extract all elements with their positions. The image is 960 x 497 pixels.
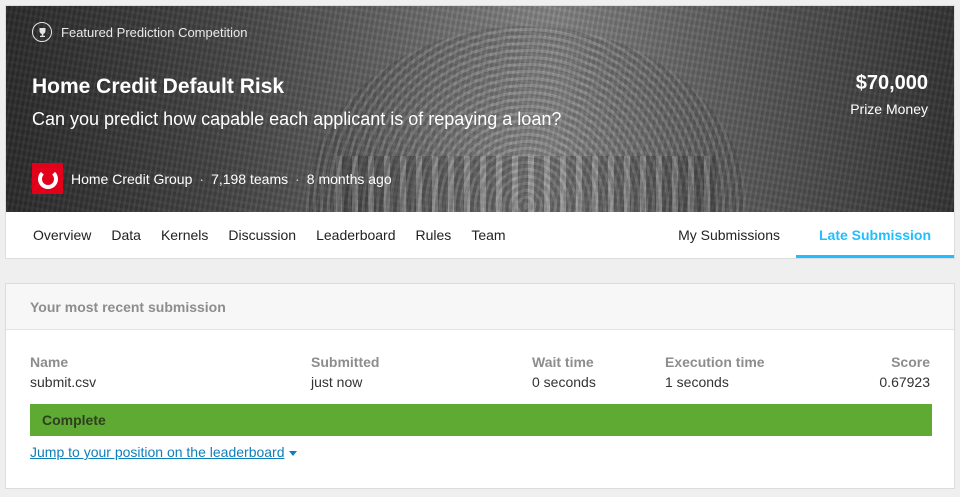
recent-submission-panel: Your most recent submission Name submit.… (5, 283, 955, 489)
competition-card: Featured Prediction Competition Home Cre… (5, 5, 955, 259)
score-column: Score 0.67923 (879, 354, 930, 390)
featured-badge: Featured Prediction Competition (32, 22, 247, 42)
tab-late-submission[interactable]: Late Submission (796, 212, 954, 258)
tab-my-submissions[interactable]: My Submissions (668, 212, 790, 258)
separator: · (199, 170, 205, 187)
featured-label: Featured Prediction Competition (61, 24, 248, 40)
score-header: Score (891, 354, 930, 370)
home-credit-logo-icon[interactable] (32, 163, 63, 194)
name-column: Name submit.csv (30, 354, 96, 390)
submitted-column: Submitted just now (311, 354, 379, 390)
host-name[interactable]: Home Credit Group (71, 171, 192, 187)
competition-title[interactable]: Home Credit Default Risk (32, 75, 284, 99)
trophy-icon (32, 22, 52, 42)
tab-kernels[interactable]: Kernels (151, 212, 218, 258)
team-count: 7,198 teams (211, 170, 289, 187)
tab-team[interactable]: Team (461, 212, 515, 258)
submitted-value: just now (311, 374, 363, 390)
jump-link-label: Jump to your position on the leaderboard (30, 444, 285, 460)
jump-to-leaderboard-link[interactable]: Jump to your position on the leaderboard (30, 444, 297, 460)
prize-label: Prize Money (850, 101, 928, 117)
file-name: submit.csv (30, 374, 97, 390)
competition-subtitle: Can you predict how capable each applica… (32, 109, 562, 129)
score-value: 0.67923 (879, 374, 930, 390)
execution-header: Execution time (665, 354, 765, 370)
wait-header: Wait time (532, 354, 594, 370)
host-info: Home Credit Group · 7,198 teams · 8 mont… (32, 163, 392, 194)
status-complete-bar: Complete (30, 404, 932, 436)
separator: · (295, 170, 300, 187)
competition-header: Featured Prediction Competition Home Cre… (6, 6, 954, 212)
tab-discussion[interactable]: Discussion (218, 212, 306, 258)
name-header: Name (30, 354, 69, 370)
execution-value: 1 seconds (665, 374, 729, 390)
execution-column: Execution time 1 seconds (665, 354, 765, 390)
prize-block: $70,000 Prize Money (850, 72, 928, 117)
panel-title: Your most recent submission (6, 284, 954, 330)
wait-value: 0 seconds (532, 374, 596, 390)
prize-amount: $70,000 (855, 72, 928, 94)
tab-overview[interactable]: Overview (23, 212, 101, 258)
tab-leaderboard[interactable]: Leaderboard (306, 212, 405, 258)
tab-rules[interactable]: Rules (406, 212, 462, 258)
wait-column: Wait time 0 seconds (532, 354, 596, 390)
competition-age: 8 months ago (306, 170, 392, 187)
submitted-header: Submitted (311, 354, 380, 370)
competition-nav: Overview Data Kernels Discussion Leaderb… (6, 212, 954, 258)
caret-down-icon (288, 450, 297, 456)
tab-data[interactable]: Data (101, 212, 151, 258)
submission-details: Name submit.csv Submitted just now Wait … (6, 354, 954, 396)
